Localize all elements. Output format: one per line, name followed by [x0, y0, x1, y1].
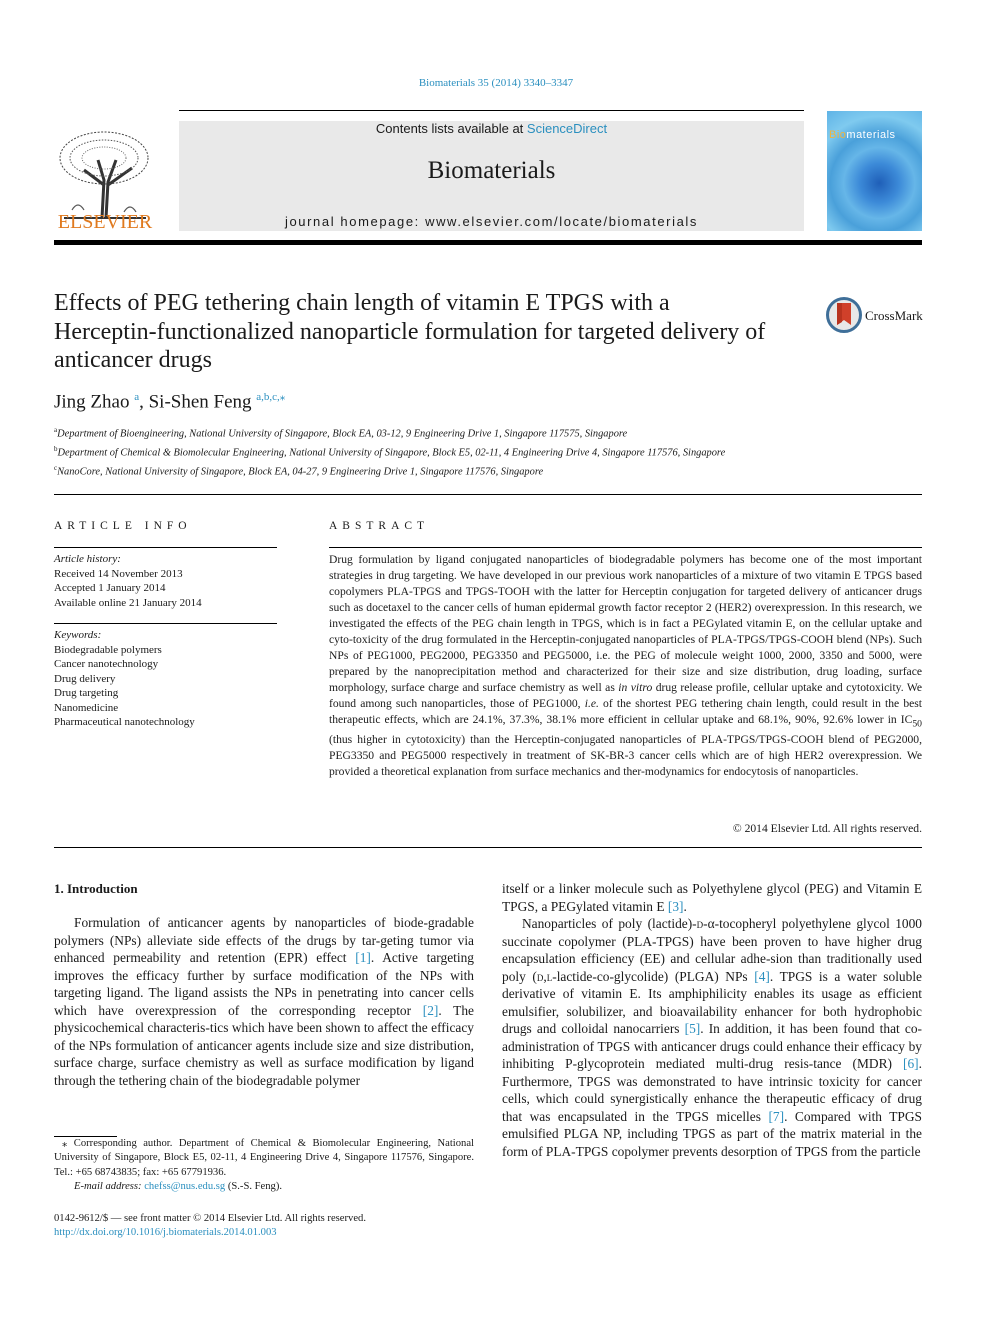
- affiliation-text: Department of Bioengineering, National U…: [57, 428, 628, 440]
- abstract-segment: Drug formulation by ligand conjugated na…: [329, 553, 922, 694]
- abstract-italic: in vitro: [618, 681, 653, 694]
- affiliation-item: bDepartment of Chemical & Biomolecular E…: [54, 442, 924, 461]
- reference-link[interactable]: [6]: [903, 1056, 919, 1071]
- body-text: itself or a linker molecule such as Poly…: [502, 881, 922, 914]
- keyword: Drug targeting: [54, 687, 119, 699]
- history-item: Available online 21 January 2014: [54, 596, 202, 609]
- section-rule: [54, 847, 922, 848]
- doi-link[interactable]: http://dx.doi.org/10.1016/j.biomaterials…: [54, 1226, 366, 1240]
- email-link[interactable]: chefss@nus.edu.sg: [144, 1181, 225, 1192]
- reference-link[interactable]: [1]: [355, 950, 371, 965]
- article-history: Article history: Received 14 November 20…: [54, 552, 202, 610]
- keywords-label: Keywords:: [54, 629, 102, 641]
- history-label: Article history:: [54, 553, 121, 565]
- affiliation-item: cNanoCore, National University of Singap…: [54, 461, 924, 480]
- paragraph: itself or a linker molecule such as Poly…: [502, 881, 922, 914]
- article-info-heading: ARTICLE INFO: [54, 520, 192, 532]
- cover-title-accent: Bio: [829, 129, 847, 141]
- crossmark-icon[interactable]: [826, 297, 862, 333]
- abstract-heading: ABSTRACT: [329, 520, 430, 532]
- body-column-right: itself or a linker molecule such as Poly…: [502, 880, 922, 1160]
- cover-title-rest: materials: [846, 129, 896, 141]
- issn-doi-block: 0142-9612/$ — see front matter © 2014 El…: [54, 1212, 366, 1241]
- email-line: E-mail address: chefss@nus.edu.sg (S.-S.…: [54, 1180, 474, 1194]
- author-affiliation-marks[interactable]: a,b,c,⁎: [256, 391, 285, 403]
- keyword: Nanomedicine: [54, 701, 119, 714]
- corresponding-author-text: ⁎ Corresponding author. Department of Ch…: [54, 1138, 474, 1178]
- journal-citation-link[interactable]: Biomaterials 35 (2014) 3340–3347: [0, 77, 992, 89]
- keyword: Drug delivery: [54, 672, 116, 685]
- reference-link[interactable]: [2]: [423, 1003, 439, 1018]
- abstract-subscript: 50: [912, 718, 922, 730]
- history-item: Accepted 1 January 2014: [54, 582, 166, 594]
- header-bottom-rule: [54, 240, 922, 245]
- article-info-rule: [54, 623, 277, 624]
- author-name[interactable]: Jing Zhao: [54, 391, 129, 412]
- contents-prefix: Contents lists available at: [375, 121, 527, 136]
- author-separator: ,: [139, 391, 149, 413]
- body-text: -lactide-co-glycolide) (PLGA) NPs: [552, 968, 755, 984]
- abstract-italic: i.e.: [584, 697, 599, 710]
- abstract-copyright: © 2014 Elsevier Ltd. All rights reserved…: [732, 822, 922, 835]
- cover-title: Biomaterials: [829, 129, 896, 141]
- reference-link[interactable]: [4]: [754, 969, 770, 984]
- reference-link[interactable]: [5]: [685, 1021, 701, 1036]
- affiliation-text: Department of Chemical & Biomolecular En…: [57, 447, 726, 459]
- small-caps-text: d,l: [536, 968, 553, 984]
- abstract-text: Drug formulation by ligand conjugated na…: [329, 552, 922, 780]
- contents-available: Contents lists available at ScienceDirec…: [179, 121, 804, 136]
- elsevier-logo-text: ELSEVIER: [57, 211, 153, 233]
- article-info-rule: [54, 547, 277, 548]
- keyword: Biodegradable polymers: [54, 643, 162, 656]
- journal-homepage-link[interactable]: journal homepage: www.elsevier.com/locat…: [179, 214, 804, 229]
- introduction-heading: 1. Introduction: [54, 881, 138, 896]
- article-title: Effects of PEG tethering chain length of…: [54, 290, 766, 373]
- body-text: Nanoparticles of poly (lactide)-: [522, 916, 697, 931]
- keyword: Cancer nanotechnology: [54, 658, 159, 670]
- sciencedirect-link[interactable]: ScienceDirect: [527, 121, 607, 136]
- crossmark-label[interactable]: CrossMark: [865, 308, 923, 324]
- abstract-rule: [329, 547, 922, 548]
- paragraph: Nanoparticles of poly (lactide)-d-α-toco…: [502, 915, 922, 1160]
- abstract-segment: (thus higher in cytotoxicity) than the H…: [329, 733, 922, 779]
- history-item: Received 14 November 2013: [54, 567, 183, 580]
- email-label: E-mail address:: [74, 1180, 145, 1192]
- email-suffix: (S.-S. Feng).: [225, 1180, 282, 1192]
- reference-link[interactable]: [3]: [668, 899, 684, 914]
- affiliations: aDepartment of Bioengineering, National …: [54, 423, 924, 480]
- keyword: Pharmaceutical nanotechnology: [54, 716, 195, 728]
- issn-text: 0142-9612/$ — see front matter © 2014 El…: [54, 1213, 366, 1224]
- journal-name: Biomaterials: [427, 157, 556, 184]
- affiliation-text: NanoCore, National University of Singapo…: [57, 466, 544, 478]
- affiliation-item: aDepartment of Bioengineering, National …: [54, 423, 924, 442]
- body-column-left: Formulation of anticancer agents by nano…: [54, 914, 474, 1089]
- header-top-rule: [179, 110, 804, 111]
- reference-link[interactable]: [7]: [768, 1109, 784, 1124]
- keywords: Keywords: Biodegradable polymers Cancer …: [54, 628, 195, 730]
- author-list: Jing Zhao a, Si-Shen Feng a,b,c,⁎: [54, 390, 285, 413]
- section-rule: [54, 494, 922, 495]
- corresponding-author-footnote: ⁎ Corresponding author. Department of Ch…: [54, 1137, 474, 1194]
- author-name[interactable]: Si-Shen Feng: [149, 391, 252, 412]
